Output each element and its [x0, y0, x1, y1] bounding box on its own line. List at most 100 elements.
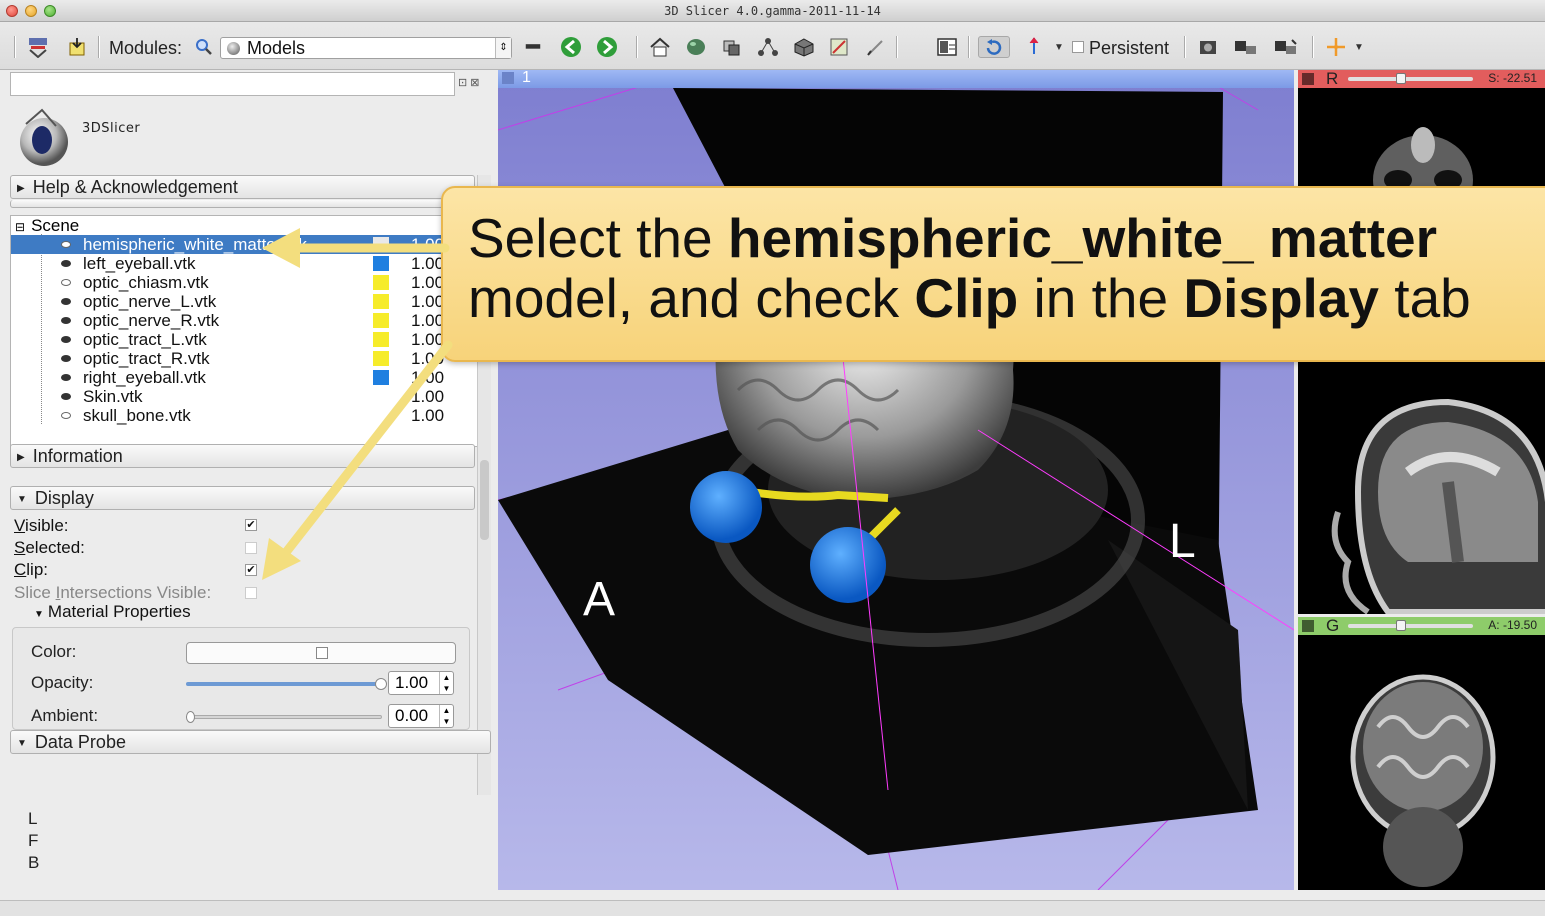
- model-opacity[interactable]: 1.00: [411, 330, 444, 349]
- data-probe-readout: L F B: [28, 808, 39, 874]
- volumes-module-icon[interactable]: [718, 36, 746, 58]
- scene-tree-item[interactable]: optic_nerve_L.vtk 1.00: [11, 292, 479, 311]
- ambient-slider[interactable]: [186, 715, 382, 719]
- eye-icon[interactable]: [61, 393, 71, 400]
- eye-icon[interactable]: [61, 355, 71, 362]
- home-icon[interactable]: [646, 36, 674, 58]
- scene-tree-item[interactable]: optic_tract_L.vtk 1.00: [11, 330, 479, 349]
- scrollbar-thumb[interactable]: [480, 460, 489, 540]
- mouse-mode-icon[interactable]: [1026, 36, 1042, 58]
- chevron-down-icon[interactable]: ▼: [1352, 36, 1366, 58]
- model-opacity[interactable]: 1.00: [411, 235, 444, 254]
- eye-icon[interactable]: [61, 374, 71, 381]
- model-opacity[interactable]: 1.00: [411, 273, 444, 292]
- model-color-swatch[interactable]: [373, 370, 389, 385]
- model-color-swatch[interactable]: [373, 313, 389, 328]
- selected-checkbox[interactable]: [245, 542, 257, 554]
- panel-float-close-icon[interactable]: ⊡ ⊠: [458, 76, 480, 89]
- yellow-slice-view[interactable]: [1298, 362, 1545, 614]
- slice-offset-slider[interactable]: [1348, 77, 1473, 81]
- scene-tree-item[interactable]: optic_nerve_R.vtk 1.00: [11, 311, 479, 330]
- slice-offset-handle[interactable]: [1396, 73, 1406, 84]
- transforms-icon[interactable]: [790, 36, 818, 58]
- spinner-arrows-icon[interactable]: ▲ ▼: [439, 672, 453, 694]
- eye-icon[interactable]: [61, 298, 71, 305]
- back-arrow-icon[interactable]: [558, 36, 584, 58]
- eye-icon[interactable]: [61, 317, 71, 324]
- visible-checkbox[interactable]: ✔: [245, 519, 257, 531]
- model-color-swatch[interactable]: [373, 237, 389, 252]
- ambient-slider-handle[interactable]: [186, 711, 195, 723]
- scene-view-icon[interactable]: [1232, 36, 1260, 58]
- pin-icon[interactable]: [1302, 73, 1314, 85]
- information-section[interactable]: ▶ Information: [10, 444, 475, 468]
- scene-root-item[interactable]: ⊟ Scene: [15, 216, 79, 236]
- module-history-icon[interactable]: ━: [520, 34, 546, 59]
- pin-icon[interactable]: [502, 72, 514, 84]
- opacity-spinbox[interactable]: 1.00 ▲ ▼: [388, 671, 454, 695]
- editor-icon[interactable]: [826, 36, 854, 58]
- forward-arrow-icon[interactable]: [594, 36, 620, 58]
- ambient-label: Ambient:: [31, 706, 99, 725]
- eye-icon[interactable]: [61, 336, 71, 343]
- opacity-slider-handle[interactable]: [375, 678, 387, 690]
- data-module-icon[interactable]: [682, 36, 710, 58]
- model-opacity[interactable]: 1.00: [411, 254, 444, 273]
- model-color-swatch[interactable]: [373, 351, 389, 366]
- pin-icon[interactable]: [1302, 620, 1314, 632]
- slice-offset-slider[interactable]: [1348, 624, 1473, 628]
- model-opacity[interactable]: 1.00: [411, 387, 444, 406]
- green-slice-view[interactable]: G A: -19.50: [1298, 617, 1545, 890]
- clip-checkbox[interactable]: ✔: [245, 564, 257, 576]
- slice-intersections-checkbox[interactable]: [245, 587, 257, 599]
- restore-scene-view-icon[interactable]: [1272, 36, 1300, 58]
- model-opacity[interactable]: 1.00: [411, 406, 444, 425]
- opacity-slider[interactable]: [186, 682, 382, 686]
- screenshot-icon[interactable]: [1196, 36, 1220, 58]
- slicer-logo-icon: [20, 108, 68, 166]
- scene-tree-item[interactable]: Skin.vtk 1.00: [11, 387, 479, 406]
- eye-icon[interactable]: [61, 241, 71, 248]
- help-acknowledgement-section[interactable]: ▶ Help & Acknowledgement: [10, 175, 475, 199]
- color-picker-button[interactable]: [186, 642, 456, 664]
- data-probe-section[interactable]: ▼ Data Probe: [10, 730, 491, 754]
- spinner-arrows-icon[interactable]: ▲ ▼: [439, 705, 453, 727]
- eye-icon[interactable]: [61, 260, 71, 267]
- panel-search-field[interactable]: [10, 72, 455, 96]
- annotation-icon[interactable]: [862, 36, 890, 58]
- crosshair-icon[interactable]: [1324, 36, 1348, 58]
- eye-icon[interactable]: [61, 412, 71, 419]
- model-opacity[interactable]: 1.00: [411, 368, 444, 387]
- layout-icon[interactable]: [932, 36, 962, 58]
- material-properties-toggle[interactable]: ▼ Material Properties: [34, 602, 191, 622]
- rotate-view-icon[interactable]: [978, 36, 1010, 58]
- model-color-swatch[interactable]: [373, 294, 389, 309]
- green-slice-controller-bar[interactable]: G A: -19.50: [1298, 617, 1545, 635]
- eye-icon[interactable]: [61, 279, 71, 286]
- model-color-swatch[interactable]: [373, 332, 389, 347]
- display-section[interactable]: ▼ Display: [10, 486, 475, 510]
- module-selector[interactable]: Models ⇕: [220, 37, 512, 59]
- load-data-icon[interactable]: [24, 36, 52, 58]
- save-data-icon[interactable]: [64, 36, 90, 58]
- scene-tree-item[interactable]: hemispheric_white_matter.vtk 1.00: [11, 235, 479, 254]
- scene-tree-item[interactable]: skull_bone.vtk 1.00: [11, 406, 479, 425]
- model-color-swatch[interactable]: [373, 275, 389, 290]
- scene-tree-item[interactable]: right_eyeball.vtk 1.00: [11, 368, 479, 387]
- slice-offset-handle[interactable]: [1396, 620, 1406, 631]
- model-opacity[interactable]: 1.00: [411, 292, 444, 311]
- scene-tree-item[interactable]: optic_chiasm.vtk 1.00: [11, 273, 479, 292]
- model-color-swatch[interactable]: [373, 256, 389, 271]
- scene-model-tree[interactable]: ⊟ Scene hemispheric_white_matter.vtk 1.00 l…: [10, 215, 480, 447]
- red-slice-controller-bar[interactable]: R S: -22.51: [1298, 70, 1545, 88]
- scene-tree-item[interactable]: left_eyeball.vtk 1.00: [11, 254, 479, 273]
- module-search-icon[interactable]: [193, 36, 215, 58]
- model-opacity[interactable]: 1.00: [411, 311, 444, 330]
- scene-tree-item[interactable]: optic_tract_R.vtk 1.00: [11, 349, 479, 368]
- chevron-down-icon[interactable]: ▼: [1052, 36, 1066, 58]
- models-hierarchy-icon[interactable]: [754, 36, 782, 58]
- persistent-checkbox[interactable]: [1070, 36, 1086, 58]
- ambient-spinbox[interactable]: 0.00 ▲ ▼: [388, 704, 454, 728]
- model-opacity[interactable]: 1.00: [411, 349, 444, 368]
- 3d-view-controller-bar[interactable]: 1: [498, 70, 1294, 88]
